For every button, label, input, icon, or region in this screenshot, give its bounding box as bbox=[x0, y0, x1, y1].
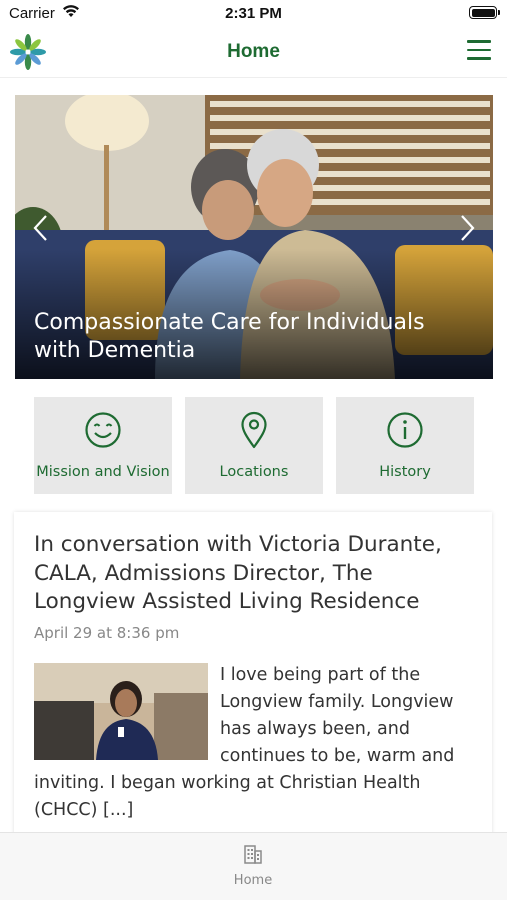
tile-label: Mission and Vision bbox=[36, 464, 170, 480]
map-pin-icon bbox=[241, 411, 267, 449]
chevron-left-icon[interactable] bbox=[29, 213, 53, 243]
tile-label: History bbox=[379, 464, 431, 480]
tile-history[interactable]: History bbox=[336, 397, 474, 494]
page-title: Home bbox=[227, 41, 280, 62]
info-circle-icon bbox=[387, 412, 423, 448]
article-excerpt: I love being part of the Longview family… bbox=[34, 662, 479, 824]
chevron-right-icon[interactable] bbox=[455, 213, 479, 243]
battery-icon bbox=[469, 6, 500, 19]
building-icon bbox=[244, 845, 262, 864]
hamburger-menu-icon[interactable] bbox=[467, 40, 493, 64]
tile-mission-and-vision[interactable]: Mission and Vision bbox=[34, 397, 172, 494]
tile-label: Locations bbox=[219, 464, 289, 480]
smiley-face-icon bbox=[85, 412, 121, 448]
status-time: 2:31 PM bbox=[225, 5, 282, 22]
tab-home[interactable]: Home bbox=[213, 841, 293, 897]
tab-label: Home bbox=[233, 873, 273, 888]
article-card[interactable]: In conversation with Victoria Durante, C… bbox=[14, 512, 492, 842]
hero-carousel[interactable]: Compassionate Care for Individuals with … bbox=[15, 95, 493, 379]
navigation-bar: Home bbox=[0, 28, 507, 78]
status-bar: Carrier 2:31 PM bbox=[0, 0, 507, 28]
tab-bar: Home bbox=[0, 832, 507, 900]
article-title[interactable]: In conversation with Victoria Durante, C… bbox=[34, 531, 474, 617]
hero-caption: Compassionate Care for Individuals with … bbox=[34, 310, 425, 363]
article-date: April 29 at 8:36 pm bbox=[34, 624, 180, 642]
tile-locations[interactable]: Locations bbox=[185, 397, 323, 494]
